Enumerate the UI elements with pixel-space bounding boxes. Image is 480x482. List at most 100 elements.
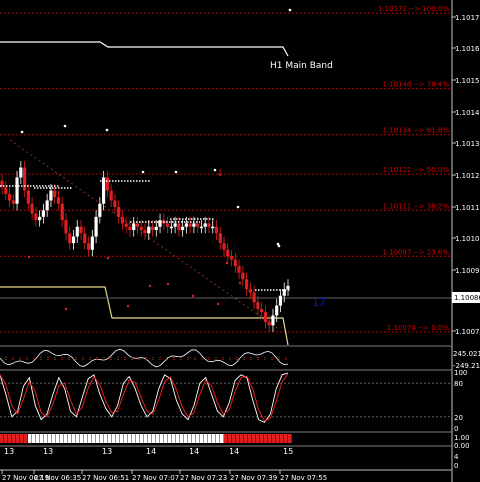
signal-bar-segment <box>132 434 136 443</box>
wave-count-label: 14 <box>146 447 156 456</box>
signal-bar-segment <box>168 434 172 443</box>
signal-bar-segment <box>140 434 144 443</box>
signal-bar-segment <box>196 434 200 443</box>
candle-body <box>83 233 87 244</box>
signal-bar-segment <box>72 434 76 443</box>
signal-bar-segment <box>180 434 184 443</box>
stoch-tick-label: 80 <box>454 380 463 388</box>
candle-body <box>207 223 211 227</box>
candle-body <box>192 223 196 227</box>
price-tick-label: 1.10135 <box>455 140 480 148</box>
fractal-down-dot <box>64 307 68 311</box>
candle-body <box>245 279 249 290</box>
signal-bar-segment <box>100 434 104 443</box>
down-arrow-icon: ↓ <box>216 168 224 179</box>
candle-body <box>203 223 207 227</box>
time-tick-label: 27 Nov 07:07 <box>132 474 179 482</box>
candle-body <box>248 289 252 293</box>
candle-body <box>56 197 61 204</box>
candle-body <box>117 207 121 217</box>
signal-bar-upper-label: 1.00 <box>454 434 470 442</box>
candle-body <box>199 226 204 229</box>
trading-chart[interactable]: 1.10171 --> 100.0% 1.10148 --> 78.4% 1.101… <box>0 0 480 482</box>
candle-body <box>86 243 91 250</box>
fib-level-label: 1.10111 --> 38.2% <box>382 202 449 210</box>
candle-body <box>173 223 177 227</box>
candle-body <box>214 226 219 234</box>
fractal-down-dot <box>148 284 152 288</box>
wave-count-label: 13 <box>4 447 14 456</box>
signal-bar-segment <box>28 434 32 443</box>
signal-bar-segment <box>96 434 100 443</box>
candle-body <box>90 236 94 250</box>
candle-body <box>222 243 226 250</box>
candle-body <box>278 295 283 306</box>
signal-bar-segment <box>44 434 48 443</box>
signal-bar-segment <box>160 434 164 443</box>
signal-bar-segment <box>156 434 160 443</box>
candle-body <box>188 223 192 227</box>
candle-body <box>11 200 15 204</box>
signal-bar-segment <box>24 434 28 443</box>
stoch-tick-label: 20 <box>454 414 463 422</box>
signal-bar-segment <box>192 434 196 443</box>
signal-bar-segment <box>176 434 180 443</box>
candle-body <box>7 193 12 201</box>
signal-bar-segment <box>244 434 248 443</box>
candle-body <box>30 203 34 214</box>
candle-body <box>226 249 230 257</box>
signal-bar-segment <box>136 434 140 443</box>
fractal-up-dot <box>105 128 109 132</box>
signal-bar-segment <box>172 434 176 443</box>
time-tick-label: 27 Nov 06:51 <box>82 474 129 482</box>
signal-bar-segment <box>8 434 12 443</box>
candle-body <box>233 259 237 267</box>
fractal-down-dot <box>126 304 130 308</box>
signal-bar-segment <box>288 434 292 443</box>
candle-body <box>135 223 140 227</box>
candle-body <box>22 167 27 191</box>
time-tick-label: 27 Nov 06:35 <box>34 474 81 482</box>
signal-bar-segment <box>260 434 264 443</box>
time-tick-label: 27 Nov 07:23 <box>180 474 227 482</box>
candle-body <box>143 230 147 234</box>
candle-body <box>181 226 185 230</box>
candle-body <box>109 190 113 201</box>
signal-bar-segment <box>284 434 288 443</box>
candle-body <box>45 200 49 211</box>
signal-bar-segment <box>236 434 240 443</box>
fractal-up-dot <box>174 170 178 174</box>
candle-body <box>4 187 8 194</box>
signal-bar-segment <box>92 434 96 443</box>
candle-body <box>64 220 68 234</box>
signal-bar-segment <box>144 434 148 443</box>
candle-body <box>132 223 136 230</box>
candle-body <box>196 223 200 227</box>
candle-body <box>113 200 117 207</box>
signal-bar-segment <box>60 434 64 443</box>
fractal-down-dot <box>216 302 220 306</box>
signal-bar-segment <box>148 434 152 443</box>
signal-bar-segment <box>212 434 216 443</box>
signal-bar-segment <box>188 434 192 443</box>
candle-body <box>98 203 102 217</box>
stoch-tick-label: 0 <box>454 425 458 433</box>
bottom-upper-label: 4 <box>454 453 459 461</box>
signal-bar-segment <box>40 434 44 443</box>
candle-body <box>38 216 42 221</box>
price-tick-label: 1.10115 <box>455 204 480 212</box>
price-tick-label: 1.10105 <box>455 235 480 243</box>
candle-body <box>218 233 222 244</box>
signal-bar-segment <box>256 434 260 443</box>
price-tick-label: 1.10075 <box>455 328 480 336</box>
signal-bar-segment <box>208 434 212 443</box>
price-tick-label: 1.10125 <box>455 172 480 180</box>
candle-body <box>34 213 38 221</box>
candle-body <box>184 223 188 227</box>
candle-body <box>286 285 290 290</box>
fractal-up-dot <box>20 130 24 134</box>
candle-body <box>94 216 98 237</box>
candle-body <box>267 322 271 326</box>
candle-body <box>150 226 155 230</box>
candle-body <box>71 236 76 244</box>
